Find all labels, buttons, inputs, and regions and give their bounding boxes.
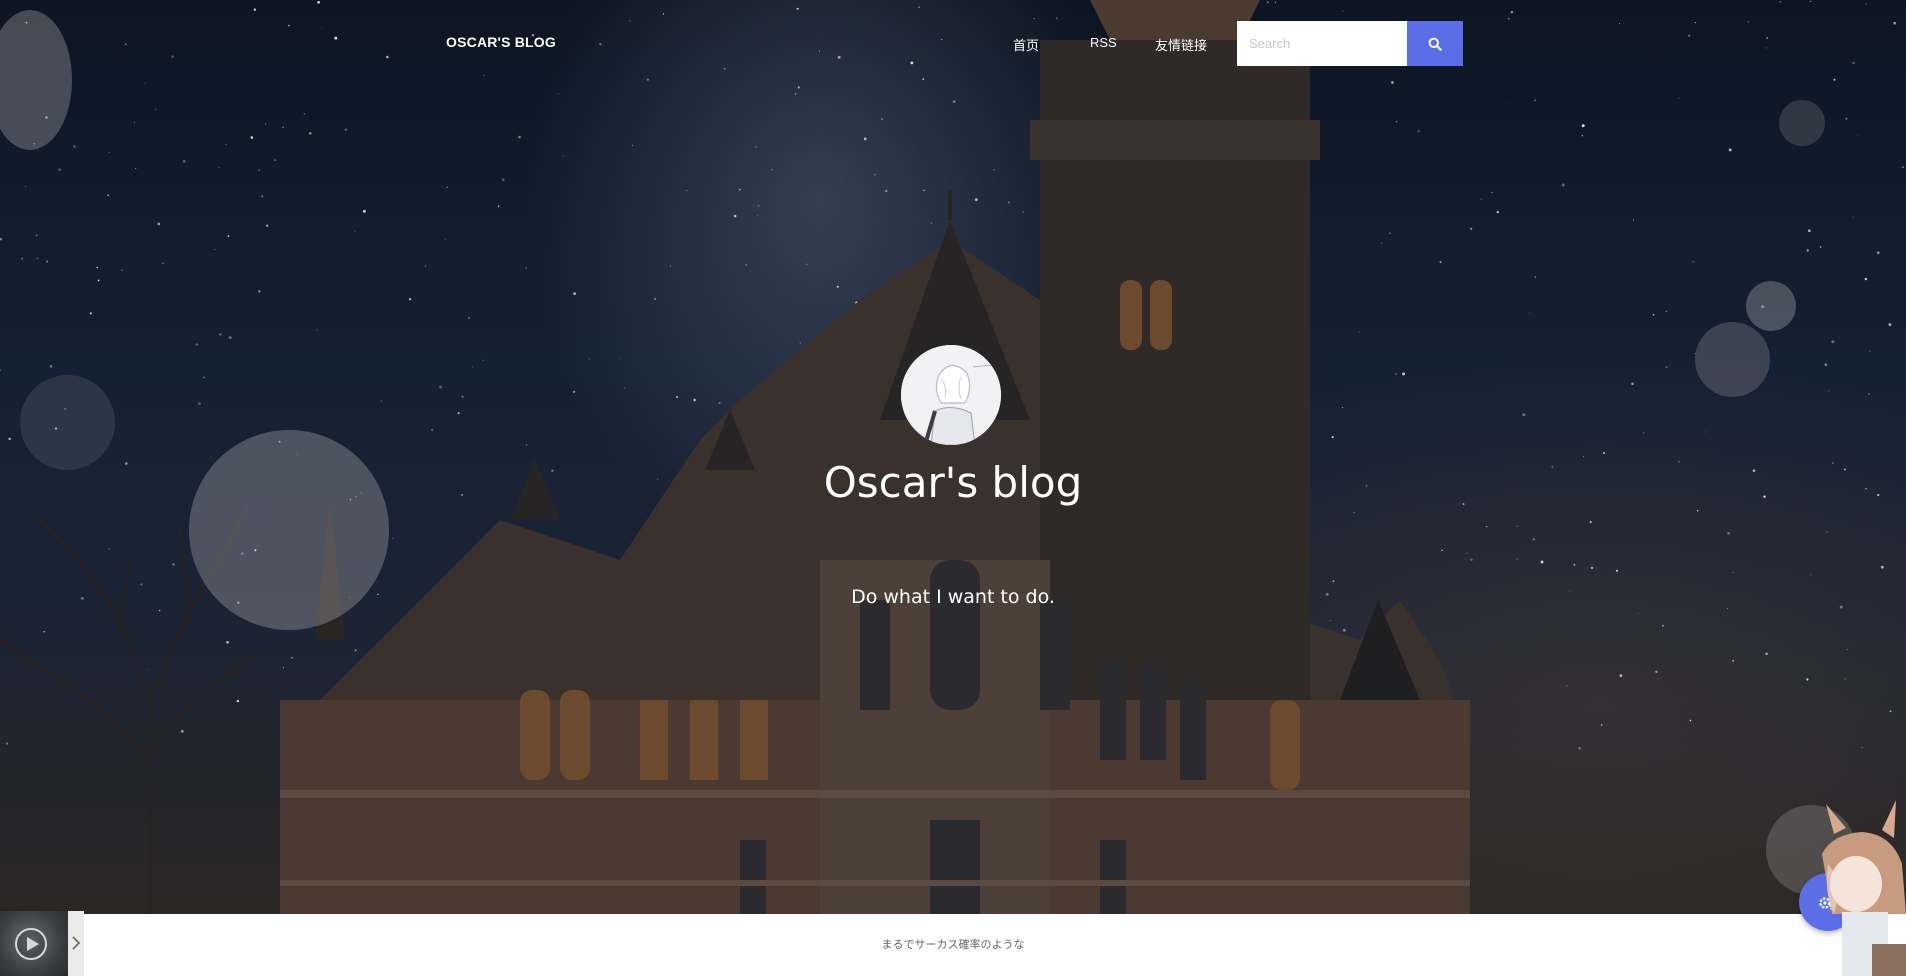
site-brand-link[interactable]: OSCAR'S BLOG [446, 34, 556, 50]
hero-background [0, 0, 1906, 914]
search-icon [1428, 37, 1442, 51]
bokeh-bubble [1779, 100, 1825, 146]
avatar-image [901, 345, 1001, 445]
music-player[interactable] [0, 911, 84, 976]
site-subtitle: Do what I want to do. [851, 586, 1055, 608]
chevron-right-icon[interactable] [70, 933, 82, 953]
search-input[interactable] [1237, 21, 1407, 66]
bokeh-bubble [1695, 322, 1770, 397]
live2d-mascot[interactable] [1812, 794, 1906, 976]
site-title: Oscar's blog [823, 458, 1083, 507]
nav-link-rss[interactable]: RSS [1090, 35, 1117, 50]
blog-homepage: OSCAR'S BLOG 首页 RSS 友情链接 Oscar's blog Do… [0, 0, 1906, 976]
nav-link-home[interactable]: 首页 [1013, 35, 1039, 54]
play-icon[interactable] [14, 927, 48, 961]
bokeh-bubble [20, 375, 115, 470]
nav-link-friends[interactable]: 友情链接 [1155, 35, 1207, 54]
search-button[interactable] [1407, 21, 1463, 66]
top-navbar: OSCAR'S BLOG 首页 RSS 友情链接 [0, 0, 1906, 88]
bokeh-bubble [1746, 281, 1796, 331]
player-lyrics: まるでサーカス確率のような [881, 939, 1025, 951]
author-avatar[interactable] [901, 345, 1001, 445]
